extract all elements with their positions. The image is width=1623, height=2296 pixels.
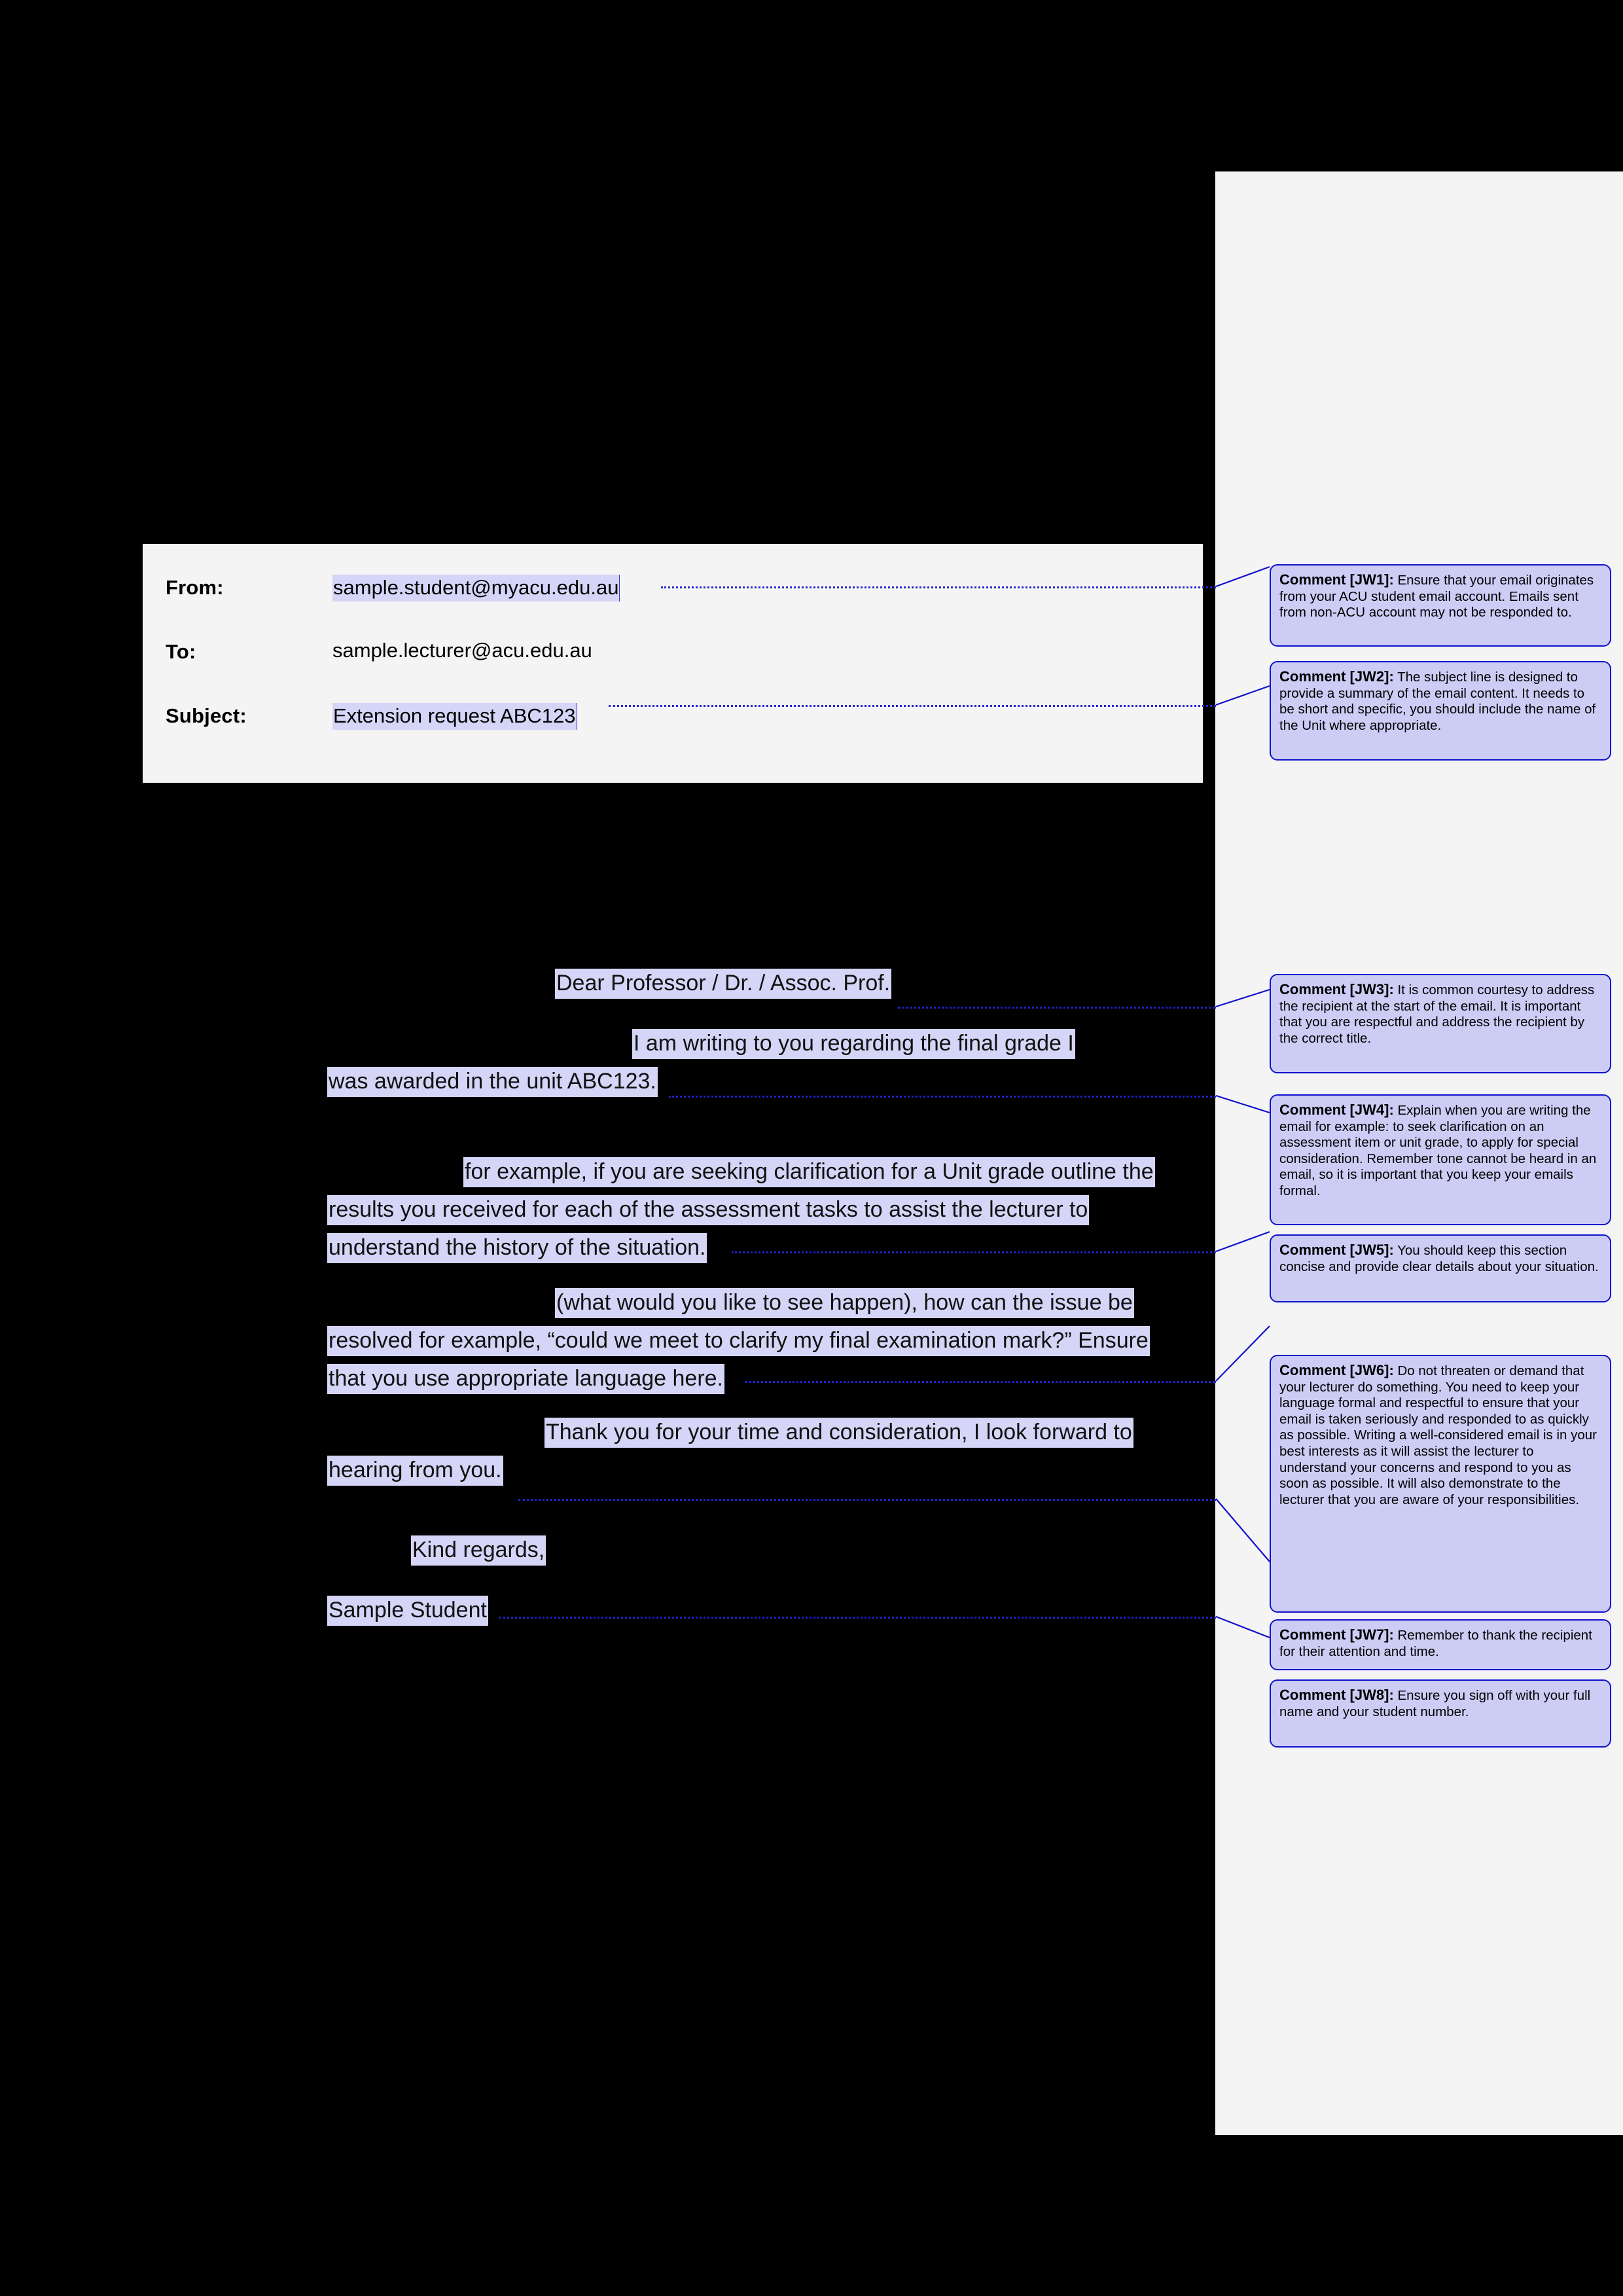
resolution-line-1[interactable]: (what would you like to see happen), how… (555, 1288, 1134, 1318)
to-value[interactable]: sample.lecturer@acu.edu.au (332, 639, 592, 662)
opening-line-1[interactable]: I am writing to you regarding the final … (632, 1029, 1075, 1059)
paragraph-signoff: Kind regards, (327, 1535, 1204, 1566)
resolution-line-3[interactable]: that you use appropriate language here. (327, 1364, 725, 1394)
salutation-line-1[interactable]: Dear Professor / Dr. / Assoc. Prof. (555, 969, 892, 999)
email-header-block: From: sample.student@myacu.edu.au To: sa… (143, 544, 1203, 783)
resolution-line-2[interactable]: resolved for example, “could we meet to … (327, 1326, 1150, 1356)
comment-jw7[interactable]: Comment [JW7]: Remember to thank the rec… (1270, 1619, 1611, 1670)
from-label: From: (166, 576, 224, 599)
signoff-line[interactable]: Kind regards, (411, 1535, 546, 1566)
comment-jw1[interactable]: Comment [JW1]: Ensure that your email or… (1270, 564, 1611, 647)
leader-line-jw7 (518, 1499, 1216, 1501)
closing-line-1[interactable]: Thank you for your time and consideratio… (544, 1418, 1133, 1448)
leader-line-jw1 (661, 586, 1216, 588)
from-value[interactable]: sample.student@myacu.edu.au (332, 575, 620, 601)
leader-line-jw8 (499, 1617, 1216, 1619)
comment-jw4[interactable]: Comment [JW4]: Explain when you are writ… (1270, 1094, 1611, 1225)
comment-jw8-label: Comment [JW8]: (1279, 1687, 1394, 1703)
leader-line-jw3 (898, 1007, 1216, 1009)
subject-value[interactable]: Extension request ABC123 (332, 703, 577, 730)
to-label: To: (166, 640, 196, 663)
paragraph-opening: I am writing to you regarding the final … (327, 1029, 1204, 1097)
comment-jw7-label: Comment [JW7]: (1279, 1626, 1394, 1643)
comment-jw8[interactable]: Comment [JW8]: Ensure you sign off with … (1270, 1679, 1611, 1748)
comment-jw2[interactable]: Comment [JW2]: The subject line is desig… (1270, 661, 1611, 761)
detail-line-3[interactable]: understand the history of the situation. (327, 1233, 707, 1263)
comment-jw5[interactable]: Comment [JW5]: You should keep this sect… (1270, 1234, 1611, 1302)
paragraph-resolution: (what would you like to see happen), how… (327, 1288, 1204, 1394)
leader-line-jw2 (609, 705, 1216, 707)
paragraph-closing-thanks: Thank you for your time and consideratio… (327, 1418, 1204, 1486)
paragraph-signature: Sample Student (327, 1596, 1204, 1626)
comment-jw6-label: Comment [JW6]: (1279, 1362, 1394, 1378)
leader-line-jw4 (669, 1096, 1216, 1098)
comment-jw3-label: Comment [JW3]: (1279, 981, 1394, 997)
detail-line-1[interactable]: for example, if you are seeking clarific… (463, 1157, 1155, 1187)
detail-line-2[interactable]: results you received for each of the ass… (327, 1195, 1090, 1225)
leader-line-jw6 (745, 1381, 1216, 1383)
subject-label: Subject: (166, 704, 247, 727)
leader-line-jw5 (732, 1251, 1216, 1253)
comment-jw1-label: Comment [JW1]: (1279, 571, 1394, 588)
closing-line-2[interactable]: hearing from you. (327, 1456, 503, 1486)
comment-jw3[interactable]: Comment [JW3]: It is common courtesy to … (1270, 974, 1611, 1073)
signature-line[interactable]: Sample Student (327, 1596, 488, 1626)
comment-jw5-label: Comment [JW5]: (1279, 1242, 1394, 1258)
comment-jw6-text: Do not threaten or demand that your lect… (1279, 1363, 1597, 1507)
comment-jw4-label: Comment [JW4]: (1279, 1102, 1394, 1118)
comment-jw6[interactable]: Comment [JW6]: Do not threaten or demand… (1270, 1355, 1611, 1613)
opening-line-2[interactable]: was awarded in the unit ABC123. (327, 1067, 658, 1097)
paragraph-salutation: Dear Professor / Dr. / Assoc. Prof. (327, 969, 1204, 999)
comment-jw2-label: Comment [JW2]: (1279, 668, 1394, 685)
paragraph-detail: for example, if you are seeking clarific… (327, 1157, 1204, 1263)
